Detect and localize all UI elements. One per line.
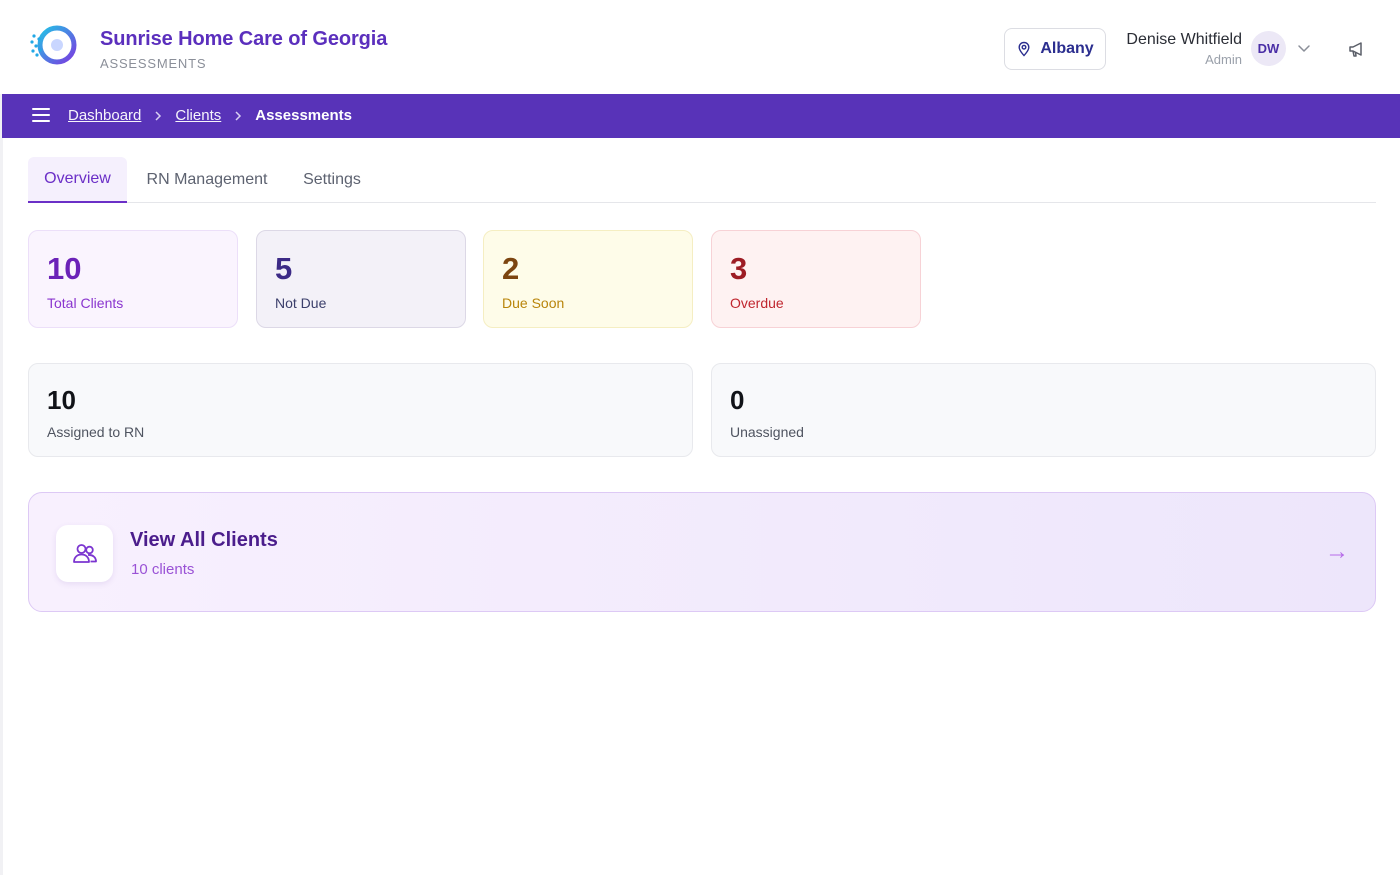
stat-value: 2 — [502, 251, 520, 286]
breadcrumb-dashboard-link[interactable]: Dashboard — [68, 107, 141, 124]
stat-label: Due Soon — [502, 295, 565, 311]
chevron-right-icon — [155, 110, 162, 121]
stat-card-total-clients[interactable]: 10 Total Clients — [28, 230, 238, 328]
stat-card-not-due[interactable]: 5 Not Due — [256, 230, 466, 328]
stat-value: 10 — [47, 251, 82, 286]
hamburger-menu-icon[interactable] — [32, 108, 50, 124]
tab-rn-management[interactable]: RN Management — [136, 157, 278, 203]
view-all-clients-title: View All Clients — [130, 529, 278, 551]
megaphone-icon[interactable] — [1346, 38, 1368, 60]
breadcrumb-clients-link[interactable]: Clients — [175, 107, 221, 124]
chevron-down-icon[interactable] — [1296, 40, 1312, 56]
breadcrumb-current: Assessments — [255, 107, 352, 124]
chevron-right-icon — [235, 110, 242, 121]
unassigned-label: Unassigned — [730, 424, 804, 440]
breadcrumb: Dashboard Clients Assessments — [68, 107, 352, 124]
location-label: Albany — [1040, 40, 1094, 57]
unassigned-count: 0 — [730, 385, 745, 415]
location-selector-button[interactable]: Albany — [1004, 28, 1106, 70]
user-name: Denise Whitfield — [1126, 31, 1242, 48]
tab-overview[interactable]: Overview — [28, 157, 127, 203]
stat-card-due-soon[interactable]: 2 Due Soon — [483, 230, 693, 328]
stat-card-overdue[interactable]: 3 Overdue — [711, 230, 921, 328]
stat-label: Not Due — [275, 295, 327, 311]
stat-value: 3 — [730, 251, 748, 286]
page-section-label: ASSESSMENTS — [100, 56, 207, 71]
assigned-count: 10 — [47, 385, 76, 415]
assigned-label: Assigned to RN — [47, 424, 145, 440]
app-header: Sunrise Home Care of Georgia ASSESSMENTS… — [0, 0, 1400, 94]
users-icon — [56, 525, 113, 582]
user-role: Admin — [1205, 52, 1242, 67]
arrow-right-icon: → — [1325, 538, 1349, 565]
assigned-to-rn-card[interactable]: 10 Assigned to RN — [28, 363, 693, 457]
breadcrumb-bar: Dashboard Clients Assessments — [2, 94, 1400, 138]
brand-logo-icon — [30, 25, 77, 73]
avatar[interactable]: DW — [1251, 31, 1286, 66]
stat-value: 5 — [275, 251, 293, 286]
client-count: 10 clients — [131, 561, 195, 578]
stat-label: Total Clients — [47, 295, 124, 311]
tab-bar: Overview RN Management Settings — [28, 157, 1376, 203]
tab-settings[interactable]: Settings — [294, 157, 370, 203]
view-all-clients-card[interactable]: View All Clients 10 clients → — [28, 492, 1376, 612]
stat-label: Overdue — [730, 295, 784, 311]
org-title: Sunrise Home Care of Georgia — [100, 28, 388, 50]
unassigned-card[interactable]: 0 Unassigned — [711, 363, 1376, 457]
map-pin-icon — [1018, 41, 1030, 57]
